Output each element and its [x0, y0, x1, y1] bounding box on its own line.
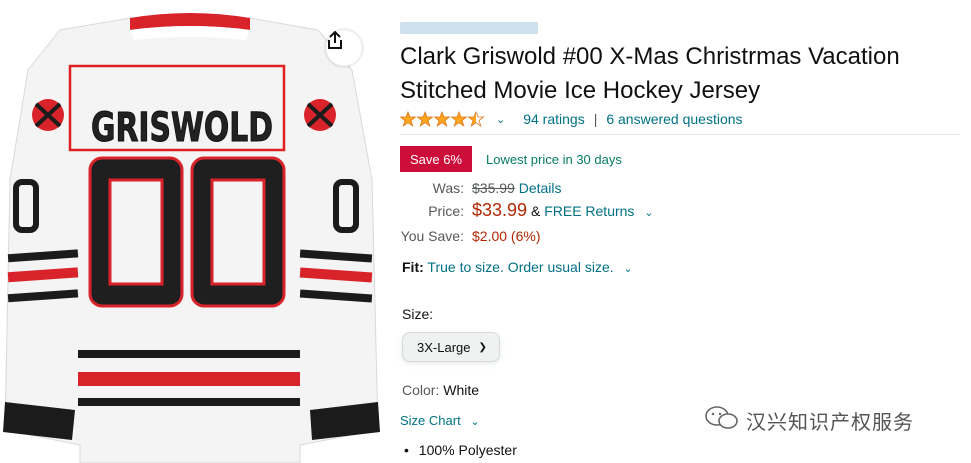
lowest-price-note: Lowest price in 30 days	[486, 152, 622, 167]
fit-label: Fit:	[402, 259, 424, 275]
color-value: White	[443, 382, 480, 398]
you-save-label: You Save:	[400, 228, 464, 244]
details-link[interactable]: Details	[519, 180, 562, 196]
was-row: $35.99 Details	[472, 180, 562, 196]
product-info: Clark Griswold #00 X-Mas Christrmas Vaca…	[400, 0, 960, 463]
share-button[interactable]	[326, 30, 362, 66]
chevron-down-icon[interactable]: ⌄	[496, 113, 505, 126]
chevron-down-icon[interactable]: ⌄	[624, 263, 633, 275]
size-label: Size:	[402, 306, 434, 322]
was-price: $35.99	[472, 180, 515, 196]
chevron-down-icon[interactable]: ⌄	[470, 416, 479, 428]
divider	[400, 134, 960, 135]
save-badge: Save 6%	[400, 146, 472, 172]
current-price: $33.99	[472, 200, 528, 220]
size-chart-row: Size Chart ⌄	[400, 413, 480, 428]
was-label: Was:	[432, 180, 464, 196]
color-label: Color:	[402, 382, 440, 398]
bullet-text: 100% Polyester	[418, 442, 517, 458]
wechat-icon	[704, 405, 740, 436]
size-dropdown[interactable]: 3X-Large ❯	[402, 332, 500, 362]
ratings-link[interactable]: 94 ratings	[523, 111, 584, 127]
free-returns-link[interactable]: FREE Returns	[544, 203, 634, 219]
ampersand: &	[530, 203, 541, 219]
product-image[interactable]: GRISWOLD	[0, 0, 385, 463]
separator: |	[593, 111, 598, 127]
size-selected: 3X-Large	[417, 339, 471, 355]
jersey-illustration: GRISWOLD	[3, 13, 380, 463]
fit-row: Fit: True to size. Order usual size. ⌄	[402, 259, 633, 275]
you-save-value: $2.00 (6%)	[472, 228, 541, 244]
store-link-blurred[interactable]	[400, 22, 538, 34]
answered-questions-link[interactable]: 6 answered questions	[606, 111, 742, 127]
price-label: Price:	[428, 203, 464, 219]
feature-bullet: • 100% Polyester	[404, 442, 517, 458]
chevron-down-icon[interactable]: ⌄	[644, 207, 653, 219]
watermark-text: 汉兴知识产权服务	[746, 410, 914, 434]
bullet-icon: •	[404, 442, 409, 458]
watermark: 汉兴知识产权服务	[704, 405, 914, 436]
jersey-name-text: GRISWOLD	[91, 105, 273, 151]
chevron-down-icon: ❯	[478, 341, 487, 353]
price-row: $33.99 & FREE Returns ⌄	[472, 200, 654, 221]
star-rating-icon[interactable]	[400, 111, 486, 127]
size-chart-link[interactable]: Size Chart	[400, 413, 461, 428]
color-row: Color: White	[402, 382, 479, 398]
fit-value-link[interactable]: True to size. Order usual size.	[427, 259, 613, 275]
rating-row: ⌄ 94 ratings | 6 answered questions	[400, 110, 743, 128]
product-title: Clark Griswold #00 X-Mas Christrmas Vaca…	[400, 43, 900, 104]
